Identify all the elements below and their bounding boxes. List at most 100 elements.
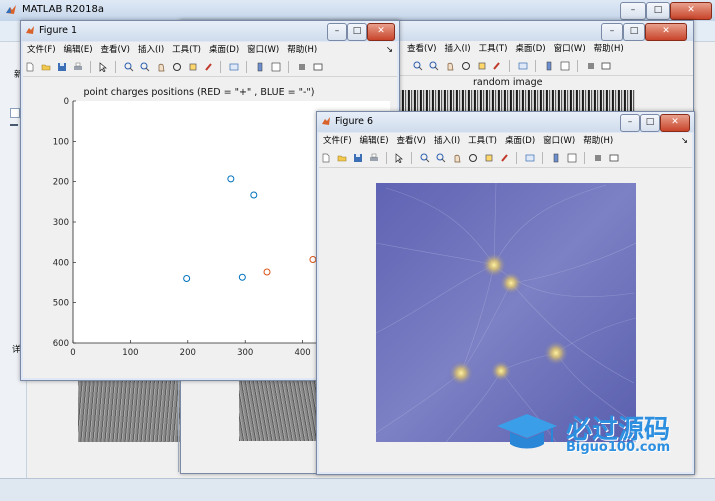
save-icon[interactable] — [353, 153, 363, 163]
figure1-title-bar[interactable]: Figure 1 – □ ✕ — [21, 21, 399, 41]
save-icon[interactable] — [57, 62, 67, 72]
menu-file[interactable]: 文件(F) — [319, 133, 356, 149]
brush-icon[interactable] — [204, 62, 214, 72]
figure6-title-bar[interactable]: Figure 6 – □ ✕ — [317, 112, 694, 132]
menu-help[interactable]: 帮助(H) — [579, 133, 617, 149]
legend-icon[interactable] — [271, 62, 281, 72]
figure6-title: Figure 6 — [335, 116, 374, 127]
figure-back-maximize-button[interactable]: □ — [623, 23, 645, 41]
figure1-title: Figure 1 — [39, 25, 78, 36]
zoom-in-icon[interactable] — [124, 62, 134, 72]
hide-tools-icon[interactable] — [586, 61, 596, 71]
brush-icon[interactable] — [492, 61, 502, 71]
rotate-3d-icon[interactable] — [461, 61, 471, 71]
panel-menu-icon[interactable] — [10, 124, 18, 126]
link-plot-icon[interactable] — [518, 61, 528, 71]
colorbar-icon[interactable] — [551, 153, 561, 163]
pan-icon[interactable] — [452, 153, 462, 163]
figure1-menubar: 文件(F) 编辑(E) 查看(V) 插入(I) 工具(T) 桌面(D) 窗口(W) 帮助(H)… — [23, 42, 397, 58]
y-tick-label: 200 — [53, 178, 69, 188]
menu-tools[interactable]: 工具(T) — [464, 133, 501, 149]
figure1-minimize-button[interactable]: – — [327, 23, 347, 41]
texture-image-left — [78, 377, 180, 442]
colorbar-icon[interactable] — [255, 62, 265, 72]
pointer-icon[interactable] — [394, 153, 404, 163]
open-file-icon[interactable] — [41, 62, 51, 72]
field-lines-image — [376, 183, 636, 442]
menu-help[interactable]: 帮助(H) — [590, 41, 628, 57]
matlab-title-bar[interactable]: MATLAB R2018a – □ ✕ — [0, 0, 715, 21]
watermark-url: Biguo100.com — [566, 440, 671, 455]
texture-image-back — [239, 376, 319, 441]
menu-desktop[interactable]: 桌面(D) — [501, 133, 539, 149]
rotate-3d-icon[interactable] — [172, 62, 182, 72]
x-tick-label: 200 — [180, 348, 196, 358]
figure-back-minimize-button[interactable]: – — [601, 23, 623, 41]
legend-icon[interactable] — [560, 61, 570, 71]
open-file-icon[interactable] — [337, 153, 347, 163]
figure6-minimize-button[interactable]: – — [620, 114, 640, 132]
rotate-3d-icon[interactable] — [468, 153, 478, 163]
colorbar-icon[interactable] — [544, 61, 554, 71]
figure6-menubar: 文件(F) 编辑(E) 查看(V) 插入(I) 工具(T) 桌面(D) 窗口(W) 帮助(H)… — [319, 133, 692, 149]
hide-tools-icon[interactable] — [593, 153, 603, 163]
pan-icon[interactable] — [156, 62, 166, 72]
zoom-out-icon[interactable] — [429, 61, 439, 71]
link-plot-icon[interactable] — [229, 62, 239, 72]
figure6-close-button[interactable]: ✕ — [660, 114, 690, 132]
figure6-maximize-button[interactable]: □ — [640, 114, 660, 132]
menu-file[interactable]: 文件(F) — [23, 42, 60, 58]
menu-insert[interactable]: 插入(I) — [430, 133, 464, 149]
matlab-minimize-button[interactable]: – — [620, 2, 646, 20]
dock-icon[interactable] — [609, 153, 619, 163]
menu-view[interactable]: 查看(V) — [393, 133, 430, 149]
link-plot-icon[interactable] — [525, 153, 535, 163]
data-cursor-icon[interactable] — [188, 62, 198, 72]
figure1-close-button[interactable]: ✕ — [367, 23, 395, 41]
menu-insert[interactable]: 插入(I) — [440, 41, 474, 57]
figure1-maximize-button[interactable]: □ — [347, 23, 367, 41]
menu-edit[interactable]: 编辑(E) — [356, 133, 393, 149]
menu-tools[interactable]: 工具(T) — [475, 41, 512, 57]
menu-edit[interactable]: 编辑(E) — [60, 42, 97, 58]
new-figure-icon[interactable] — [25, 62, 35, 72]
zoom-in-icon[interactable] — [413, 61, 423, 71]
menu-desktop[interactable]: 桌面(D) — [511, 41, 549, 57]
menubar-arrow-icon[interactable]: ↘ — [677, 133, 692, 149]
figure-back-close-button[interactable]: ✕ — [645, 23, 687, 41]
menu-window[interactable]: 窗口(W) — [539, 133, 579, 149]
print-icon[interactable] — [369, 153, 379, 163]
menu-desktop[interactable]: 桌面(D) — [205, 42, 243, 58]
menu-insert[interactable]: 插入(I) — [134, 42, 168, 58]
y-tick-label: 500 — [53, 299, 69, 309]
dock-icon[interactable] — [601, 61, 611, 71]
menu-help[interactable]: 帮助(H) — [283, 42, 321, 58]
dock-icon[interactable] — [313, 62, 323, 72]
print-icon[interactable] — [73, 62, 83, 72]
new-figure-icon[interactable] — [321, 153, 331, 163]
menu-window[interactable]: 窗口(W) — [243, 42, 283, 58]
pan-icon[interactable] — [445, 61, 455, 71]
panel-button-icon[interactable] — [10, 108, 20, 118]
menu-tools[interactable]: 工具(T) — [168, 42, 205, 58]
menu-view[interactable]: 查看(V) — [403, 41, 440, 57]
brush-icon[interactable] — [500, 153, 510, 163]
menubar-arrow-icon[interactable]: ↘ — [382, 42, 397, 58]
legend-icon[interactable] — [567, 153, 577, 163]
zoom-out-icon[interactable] — [140, 62, 150, 72]
hide-tools-icon[interactable] — [297, 62, 307, 72]
menu-window[interactable]: 窗口(W) — [550, 41, 590, 57]
matlab-close-button[interactable]: ✕ — [670, 2, 712, 20]
menu-view[interactable]: 查看(V) — [97, 42, 134, 58]
zoom-in-icon[interactable] — [420, 153, 430, 163]
figure6-toolbar — [319, 149, 692, 168]
random-image-title: random image — [473, 77, 543, 88]
chart-title: point charges positions (RED = "+" , BLU… — [83, 87, 314, 98]
data-cursor-icon[interactable] — [477, 61, 487, 71]
zoom-out-icon[interactable] — [436, 153, 446, 163]
figure-logo-icon — [322, 117, 330, 125]
matlab-logo-icon — [6, 5, 16, 14]
matlab-maximize-button[interactable]: □ — [646, 2, 670, 20]
data-cursor-icon[interactable] — [484, 153, 494, 163]
pointer-icon[interactable] — [98, 62, 108, 72]
